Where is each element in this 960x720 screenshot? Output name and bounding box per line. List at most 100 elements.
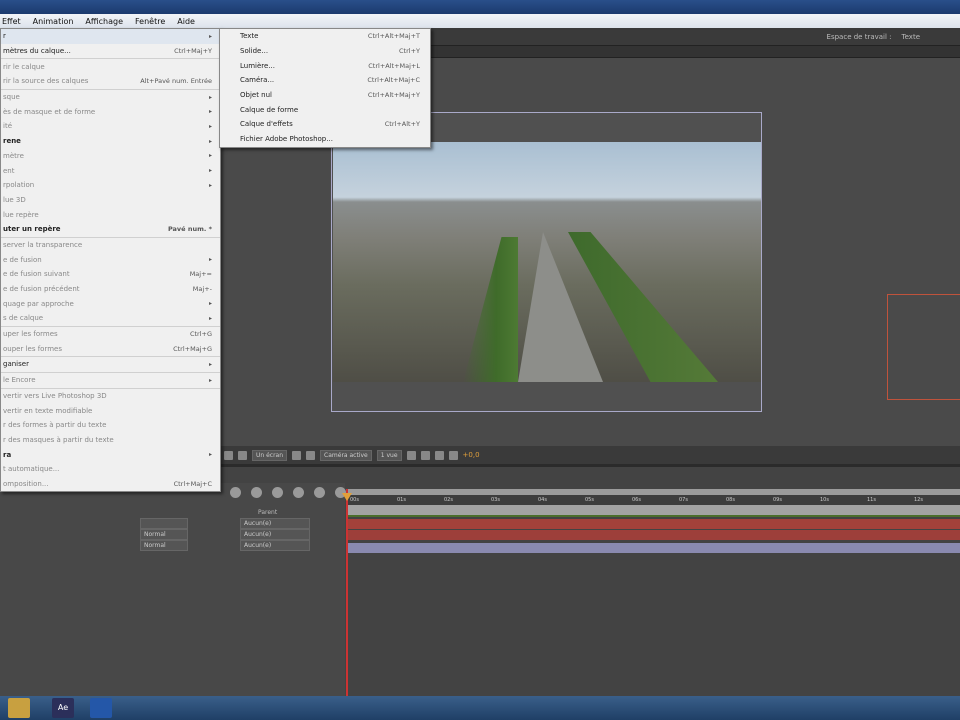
layer-menu-item[interactable]: le Encore ▸ bbox=[1, 373, 220, 388]
layer-menu-item[interactable]: quage par approche ▸ bbox=[1, 296, 220, 311]
layer-menu-item[interactable]: lue 3D bbox=[1, 193, 220, 208]
menu-4[interactable]: Aide bbox=[177, 17, 195, 26]
view-layout-dropdown[interactable]: Un écran bbox=[252, 449, 288, 461]
layer-menu-item[interactable]: t automatique... bbox=[1, 462, 220, 477]
layer-menu-item[interactable]: ès de masque et de forme ▸ bbox=[1, 104, 220, 119]
layer-menu-item[interactable]: lue repère bbox=[1, 207, 220, 222]
new-submenu-item[interactable]: Solide... Ctrl+Y bbox=[220, 44, 430, 59]
time-ruler[interactable]: 00s 01s 02s 03s 04s 05s 06s 07s 08s 09s 10s 11s 12s bbox=[347, 489, 960, 505]
layer-menu-item[interactable]: e de fusion ▸ bbox=[1, 252, 220, 267]
layer-menu-item[interactable]: omposition... Ctrl+Maj+C bbox=[1, 477, 220, 492]
exposure-icon[interactable] bbox=[448, 450, 458, 460]
menu-item-shortcut: Ctrl+Alt+Maj+Y bbox=[367, 91, 420, 100]
menu-3[interactable]: Fenêtre bbox=[135, 17, 165, 26]
exposure-value[interactable]: +0,0 bbox=[463, 451, 480, 459]
layer-menu-item[interactable]: mètres du calque... Ctrl+Maj+Y bbox=[1, 44, 220, 59]
submenu-arrow-icon: ▸ bbox=[208, 167, 212, 175]
layer-bar-1[interactable] bbox=[347, 519, 960, 529]
menu-item-shortcut: Alt+Pavé num. Entrée bbox=[140, 77, 212, 86]
layer-menu-item[interactable]: ouper les formes Ctrl+Maj+G bbox=[1, 341, 220, 356]
layer-menu-item[interactable]: ent ▸ bbox=[1, 163, 220, 178]
toggle-mask-icon[interactable] bbox=[292, 450, 302, 460]
frame-blend-icon[interactable] bbox=[251, 487, 262, 498]
camera-dropdown[interactable]: Caméra active bbox=[320, 449, 372, 461]
views-dropdown[interactable]: 1 vue bbox=[376, 449, 402, 461]
new-submenu-item[interactable]: Lumière... Ctrl+Alt+Maj+L bbox=[220, 58, 430, 73]
parent-dropdown[interactable]: Aucun(e) bbox=[240, 518, 310, 529]
layer-menu-item[interactable]: r des formes à partir du texte bbox=[1, 418, 220, 433]
layer-menu-item[interactable]: rene ▸ bbox=[1, 134, 220, 149]
menu-item-label: r des masques à partir du texte bbox=[3, 435, 114, 444]
layer-menu-item[interactable]: ité ▸ bbox=[1, 119, 220, 134]
layer-menu-item[interactable]: uper les formes Ctrl+G bbox=[1, 327, 220, 342]
menu-item-shortcut: Ctrl+Maj+Y bbox=[174, 47, 212, 56]
layer-row[interactable]: Aucun(e) bbox=[140, 518, 310, 529]
menu-item-label: Solide... bbox=[240, 47, 269, 56]
blend-mode-dropdown[interactable]: Normal bbox=[140, 529, 188, 540]
fast-preview-icon[interactable] bbox=[406, 450, 416, 460]
layer-menu-item[interactable]: r ▸ bbox=[1, 29, 220, 44]
menu-0[interactable]: Effet bbox=[2, 17, 21, 26]
menu-item-shortcut: Ctrl+Alt+Maj+L bbox=[368, 61, 420, 70]
menu-item-label: rir la source des calques bbox=[3, 77, 89, 86]
menu-item-label: quage par approche bbox=[3, 299, 74, 308]
new-submenu-item[interactable]: Calque d'effets Ctrl+Alt+Y bbox=[220, 117, 430, 132]
workspace-value[interactable]: Texte bbox=[902, 33, 920, 41]
app-taskbar-button[interactable] bbox=[90, 698, 112, 718]
layer-menu-item[interactable]: rir le calque bbox=[1, 59, 220, 74]
layer-menu-item[interactable]: r des masques à partir du texte bbox=[1, 433, 220, 448]
menu-item-label: uper les formes bbox=[3, 330, 58, 339]
flowchart-icon[interactable] bbox=[434, 450, 444, 460]
new-submenu-item[interactable]: Texte Ctrl+Alt+Maj+T bbox=[220, 29, 430, 44]
explorer-taskbar-icon[interactable] bbox=[8, 698, 30, 718]
composition-toolbar: Un écran Caméra active 1 vue +0,0 bbox=[220, 446, 960, 464]
timeline-icon[interactable] bbox=[420, 450, 430, 460]
workspace-selector[interactable]: Espace de travail : Texte bbox=[827, 33, 920, 41]
layer-row[interactable]: Normal Aucun(e) bbox=[140, 529, 310, 540]
layer-menu-item[interactable]: server la transparence bbox=[1, 238, 220, 253]
layer-menu-item[interactable]: sque ▸ bbox=[1, 90, 220, 105]
new-submenu-item[interactable]: Caméra... Ctrl+Alt+Maj+C bbox=[220, 73, 430, 88]
menu-item-shortcut: Maj+- bbox=[192, 285, 212, 294]
layer-menu-item[interactable]: uter un repère Pavé num. * bbox=[1, 222, 220, 237]
layer-menu-item[interactable]: s de calque ▸ bbox=[1, 311, 220, 326]
layer-menu-item[interactable]: vertir vers Live Photoshop 3D bbox=[1, 389, 220, 404]
stopwatch-icon[interactable] bbox=[314, 487, 325, 498]
menu-2[interactable]: Affichage bbox=[85, 17, 123, 26]
menu-item-label: rpolation bbox=[3, 181, 35, 190]
menubar: Effet Animation Affichage Fenêtre Aide bbox=[0, 14, 960, 28]
menu-item-label: t automatique... bbox=[3, 465, 60, 474]
shy-icon[interactable] bbox=[230, 487, 241, 498]
blend-mode-dropdown[interactable] bbox=[140, 518, 188, 529]
show-channel-icon[interactable] bbox=[238, 450, 247, 460]
layer-menu-item[interactable]: e de fusion suivant Maj+= bbox=[1, 267, 220, 282]
layer-menu-item[interactable]: e de fusion précédent Maj+- bbox=[1, 282, 220, 297]
grid-icon[interactable] bbox=[306, 450, 316, 460]
parent-dropdown[interactable]: Aucun(e) bbox=[240, 540, 310, 551]
layer-row[interactable]: Normal Aucun(e) bbox=[140, 540, 310, 551]
layer-menu-item[interactable]: rpolation ▸ bbox=[1, 178, 220, 193]
layer-bar-2[interactable] bbox=[347, 530, 960, 540]
after-effects-taskbar-button[interactable]: Ae bbox=[52, 698, 74, 718]
new-submenu-item[interactable]: Objet nul Ctrl+Alt+Maj+Y bbox=[220, 88, 430, 103]
layer-menu-item[interactable]: rir la source des calques Alt+Pavé num. E… bbox=[1, 74, 220, 89]
layer-menu-item[interactable]: vertir en texte modifiable bbox=[1, 403, 220, 418]
blend-mode-dropdown[interactable]: Normal bbox=[140, 540, 188, 551]
menu-item-label: e de fusion bbox=[3, 255, 42, 264]
camera-snapshot-icon[interactable] bbox=[224, 450, 233, 460]
current-time-indicator[interactable] bbox=[346, 489, 348, 699]
menu-1[interactable]: Animation bbox=[33, 17, 74, 26]
layer-bar-3[interactable] bbox=[347, 543, 960, 553]
graph-editor-icon[interactable] bbox=[293, 487, 304, 498]
paris-photo-layer[interactable] bbox=[333, 142, 761, 382]
work-area-bar[interactable] bbox=[347, 505, 960, 517]
layer-menu-item[interactable]: mètre ▸ bbox=[1, 149, 220, 164]
layer-menu-item[interactable]: ra ▸ bbox=[1, 447, 220, 462]
new-submenu-item[interactable]: Fichier Adobe Photoshop... bbox=[220, 132, 430, 147]
parent-dropdown[interactable]: Aucun(e) bbox=[240, 529, 310, 540]
workspace-label: Espace de travail : bbox=[826, 33, 892, 41]
new-submenu-item[interactable]: Calque de forme bbox=[220, 102, 430, 117]
motion-blur-icon[interactable] bbox=[272, 487, 283, 498]
time-tick-label: 05s bbox=[585, 497, 594, 503]
layer-menu-item[interactable]: ganiser ▸ bbox=[1, 357, 220, 372]
